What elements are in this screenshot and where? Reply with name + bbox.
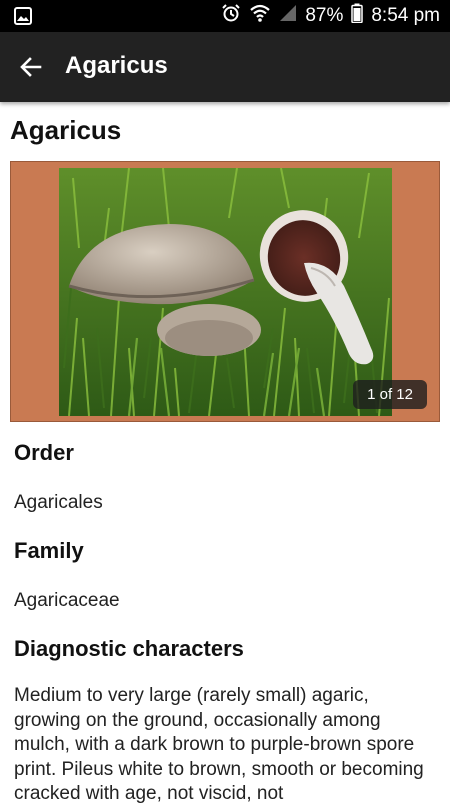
diagnostic-description: Medium to very large (rarely small) agar… xyxy=(14,685,424,804)
order-value: Agaricales xyxy=(14,492,103,513)
clock: 8:54 pm xyxy=(371,5,440,26)
family-value: Agaricaceae xyxy=(14,590,120,611)
back-button[interactable] xyxy=(14,50,48,84)
signal-icon xyxy=(279,4,297,28)
app-bar-title: Agaricus xyxy=(65,52,168,79)
gallery-notification-icon xyxy=(14,7,32,30)
app-bar: Agaricus xyxy=(0,32,450,102)
diagnostic-heading: Diagnostic characters xyxy=(14,636,244,661)
order-heading: Order xyxy=(14,440,74,465)
wifi-icon xyxy=(249,3,271,29)
status-bar: 87% 8:54 pm xyxy=(0,0,450,32)
arrow-left-icon xyxy=(20,57,42,77)
battery-icon xyxy=(351,3,364,29)
family-heading: Family xyxy=(14,538,84,563)
alarm-icon xyxy=(221,3,241,29)
image-counter: 1 of 12 xyxy=(353,380,427,409)
mushroom-photo[interactable] xyxy=(59,168,392,416)
image-gallery[interactable]: 1 of 12 xyxy=(10,161,440,422)
battery-percent: 87% xyxy=(305,5,344,26)
page-title: Agaricus xyxy=(10,115,122,145)
